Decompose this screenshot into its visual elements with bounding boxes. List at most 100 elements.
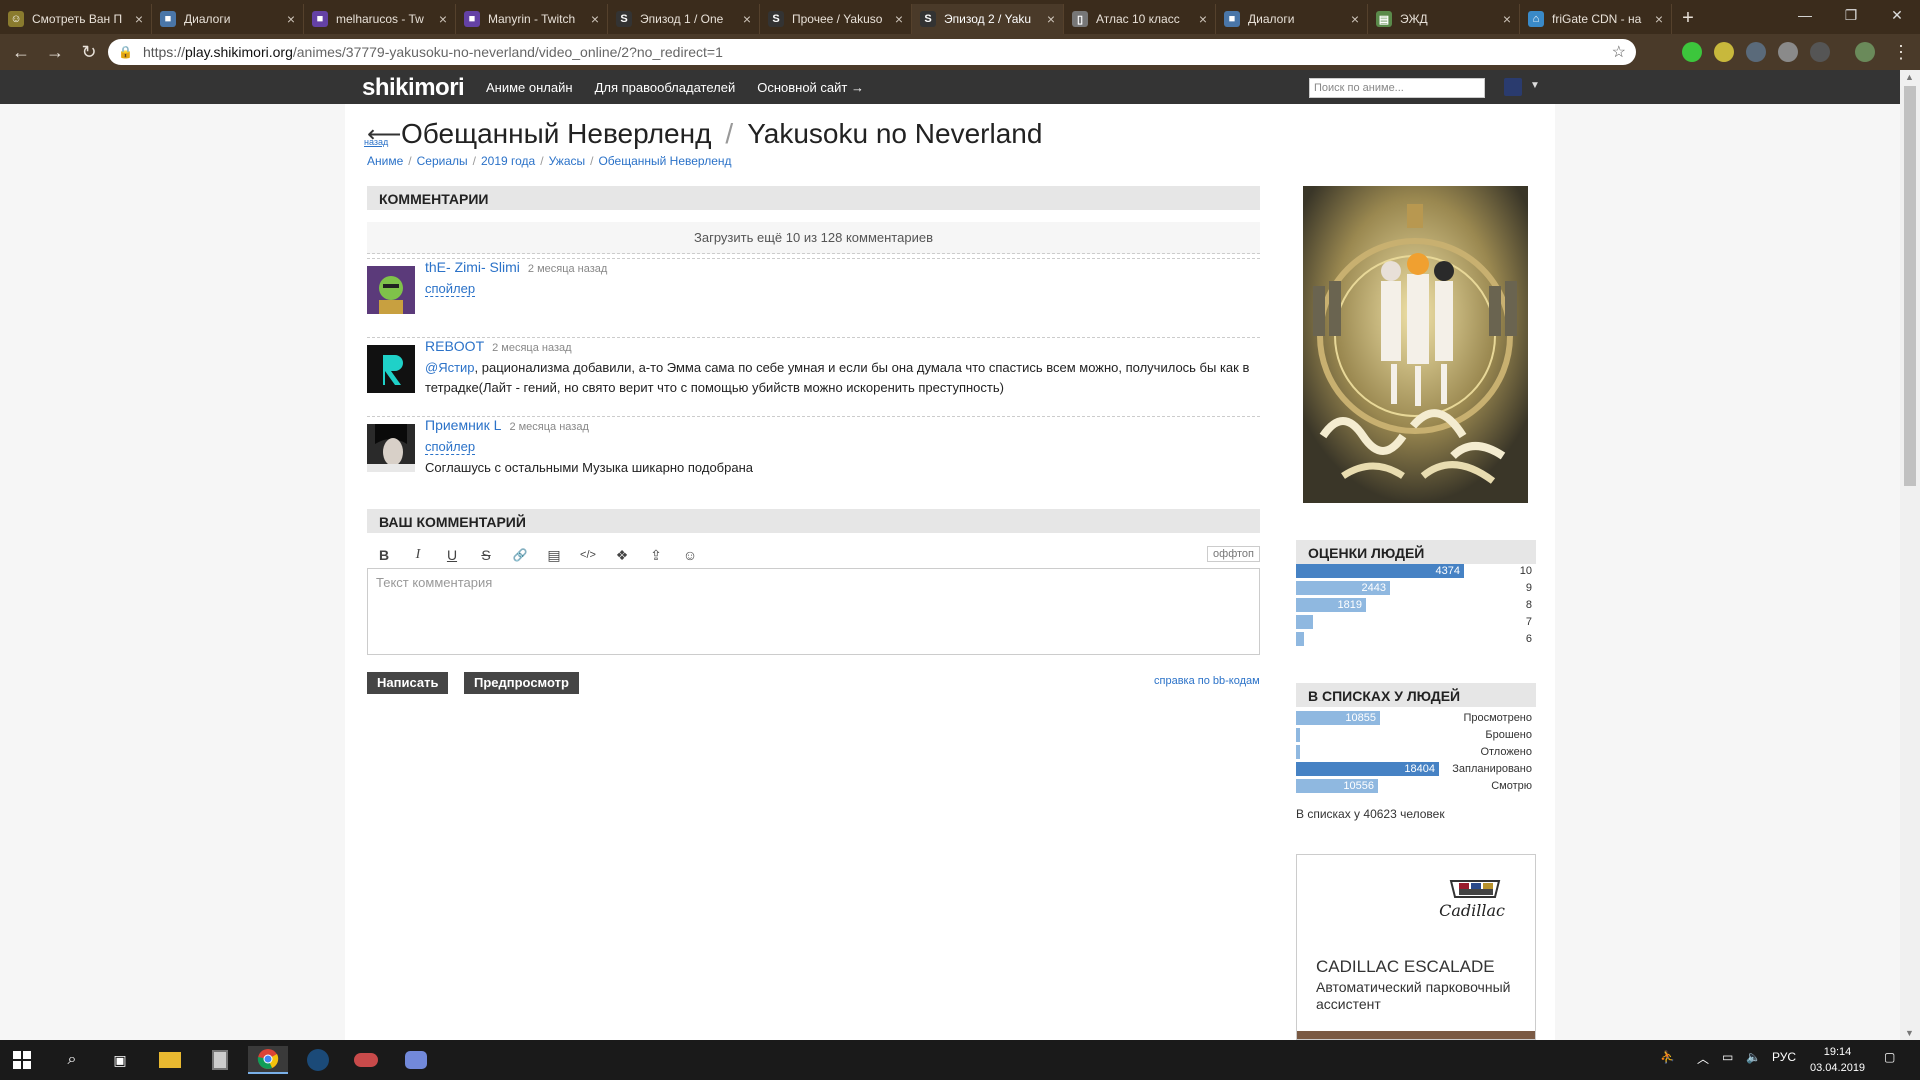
reload-button[interactable]: ↻ — [74, 37, 104, 67]
comment-time[interactable]: 2 месяца назад — [509, 421, 588, 433]
language-indicator[interactable]: РУС — [1772, 1050, 1796, 1064]
browser-tab[interactable]: ☺ Смотреть Ван П × — [0, 4, 152, 34]
tab-close-icon[interactable]: × — [135, 11, 143, 27]
browser-tab[interactable]: ▯ Атлас 10 класс × — [1064, 4, 1216, 34]
browser-tab[interactable]: ▤ ЭЖД × — [1368, 4, 1520, 34]
tab-close-icon[interactable]: × — [287, 11, 295, 27]
user-mention[interactable]: @Ястир — [425, 360, 475, 375]
chevron-down-icon[interactable]: ▼ — [1530, 80, 1540, 91]
minimize-button[interactable]: — — [1782, 0, 1828, 30]
bold-button[interactable]: B — [367, 544, 401, 566]
menu-icon[interactable]: ⋮ — [1886, 37, 1916, 67]
tab-close-icon[interactable]: × — [1503, 11, 1511, 27]
tab-close-icon[interactable]: × — [1655, 11, 1663, 27]
new-tab-button[interactable]: + — [1672, 4, 1704, 34]
chrome-icon[interactable] — [248, 1046, 288, 1074]
comment-author[interactable]: REBOOT — [425, 338, 484, 354]
tab-close-icon[interactable]: × — [1351, 11, 1359, 27]
network-icon[interactable]: ▭ — [1722, 1050, 1733, 1064]
steam-icon[interactable] — [298, 1046, 338, 1074]
link-icon[interactable]: 🔗 — [503, 544, 537, 566]
restore-button[interactable]: ❐ — [1828, 0, 1874, 30]
tab-close-icon[interactable]: × — [743, 11, 751, 27]
scrollbar-thumb[interactable] — [1904, 86, 1916, 486]
breadcrumb-item[interactable]: Аниме — [367, 154, 403, 168]
browser-tab[interactable]: S Прочее / Yakusо × — [760, 4, 912, 34]
preview-button[interactable]: Предпросмотр — [464, 672, 579, 694]
breadcrumb-item[interactable]: Обещанный Неверленд — [598, 154, 731, 168]
bookmark-star-icon[interactable]: ☆ — [1612, 42, 1626, 62]
person-icon[interactable]: ⛹ — [1660, 1050, 1675, 1064]
scroll-up-icon[interactable]: ▲ — [1905, 72, 1914, 82]
strike-button[interactable]: S — [469, 544, 503, 566]
browser-tab[interactable]: ■ Manyrin - Twitch × — [456, 4, 608, 34]
nav-copyright[interactable]: Для правообладателей — [595, 80, 736, 95]
extension-icon[interactable] — [1778, 42, 1798, 62]
spoiler-toggle[interactable]: спойлер — [425, 281, 476, 297]
extension-icon[interactable] — [1746, 42, 1766, 62]
tab-close-icon[interactable]: × — [439, 11, 447, 27]
game-app-icon[interactable] — [346, 1046, 386, 1074]
breadcrumb-item[interactable]: 2019 года — [481, 154, 535, 168]
smiley-icon[interactable]: ☺ — [673, 544, 707, 566]
notifications-icon[interactable]: ▢ — [1884, 1050, 1895, 1064]
avatar[interactable] — [367, 345, 415, 393]
page-scrollbar[interactable]: ▲ ▼ — [1900, 70, 1920, 1040]
avatar[interactable] — [367, 424, 415, 472]
extension-icon[interactable] — [1714, 42, 1734, 62]
scroll-down-icon[interactable]: ▼ — [1905, 1028, 1914, 1038]
comment-time[interactable]: 2 месяца назад — [528, 263, 607, 275]
spoiler-toggle[interactable]: спойлер — [425, 439, 476, 455]
code-icon[interactable]: </> — [571, 544, 605, 566]
tab-close-icon[interactable]: × — [895, 11, 903, 27]
underline-button[interactable]: U — [435, 544, 469, 566]
clock[interactable]: 19:14 03.04.2019 — [1810, 1044, 1865, 1076]
comment-author[interactable]: Приемник L — [425, 417, 501, 433]
discord-icon[interactable] — [396, 1046, 436, 1074]
extension-icon[interactable] — [1810, 42, 1830, 62]
offtopic-toggle[interactable]: оффтоп — [1207, 546, 1260, 562]
browser-tab[interactable]: ⌂ friGate CDN - на × — [1520, 4, 1672, 34]
browser-tab[interactable]: S Эпизод 1 / One × — [608, 4, 760, 34]
profile-avatar[interactable] — [1855, 42, 1875, 62]
file-explorer-icon[interactable] — [150, 1046, 190, 1074]
anime-search-input[interactable]: Поиск по аниме... — [1309, 78, 1485, 98]
volume-icon[interactable]: 🔈 — [1746, 1050, 1761, 1064]
quote-icon[interactable]: ❖ — [605, 544, 639, 566]
browser-tab[interactable]: S Эпизод 2 / Yaku × — [912, 4, 1064, 34]
tab-close-icon[interactable]: × — [591, 11, 599, 27]
address-bar[interactable]: 🔒 https://play.shikimori.org/animes/3777… — [108, 39, 1636, 65]
calculator-icon[interactable] — [200, 1046, 240, 1074]
extension-icon[interactable] — [1682, 42, 1702, 62]
forward-button[interactable]: → — [40, 37, 70, 67]
load-more-comments[interactable]: Загрузить ещё 10 из 128 комментариев — [367, 222, 1260, 254]
anime-poster[interactable] — [1303, 186, 1528, 503]
breadcrumb-item[interactable]: Ужасы — [549, 154, 586, 168]
comment-time[interactable]: 2 месяца назад — [492, 342, 571, 354]
bbcode-help-link[interactable]: справка по bb-кодам — [1154, 675, 1260, 687]
avatar[interactable] — [367, 266, 415, 314]
back-link[interactable]: назад — [364, 137, 388, 147]
windows-start-icon[interactable] — [2, 1046, 42, 1074]
advertisement[interactable]: Cadillac CADILLAC ESCALADE Автоматически… — [1296, 854, 1536, 1040]
image-icon[interactable]: ▤ — [537, 544, 571, 566]
task-view-icon[interactable]: ▣ — [100, 1046, 140, 1074]
submit-button[interactable]: Написать — [367, 672, 449, 694]
comment-author[interactable]: thE- Zimi- Slimi — [425, 259, 520, 275]
nav-main-site[interactable]: Основной сайт → — [757, 80, 864, 95]
browser-tab[interactable]: ■ Диалоги × — [152, 4, 304, 34]
breadcrumb-item[interactable]: Сериалы — [417, 154, 468, 168]
site-logo[interactable]: shikimori — [362, 74, 465, 102]
browser-tab[interactable]: ■ melharucos - Tw × — [304, 4, 456, 34]
close-window-button[interactable]: ✕ — [1874, 0, 1920, 30]
user-avatar[interactable] — [1504, 78, 1522, 96]
italic-button[interactable]: I — [401, 544, 435, 566]
back-button[interactable]: ← — [6, 37, 36, 67]
tray-expand-icon[interactable]: ︿ — [1697, 1050, 1709, 1067]
tab-close-icon[interactable]: × — [1047, 11, 1055, 27]
tab-close-icon[interactable]: × — [1199, 11, 1207, 27]
search-icon[interactable]: ⌕ — [52, 1046, 92, 1074]
comment-textarea[interactable]: Текст комментария — [367, 568, 1260, 655]
browser-tab[interactable]: ■ Диалоги × — [1216, 4, 1368, 34]
nav-anime-online[interactable]: Аниме онлайн — [486, 80, 573, 95]
